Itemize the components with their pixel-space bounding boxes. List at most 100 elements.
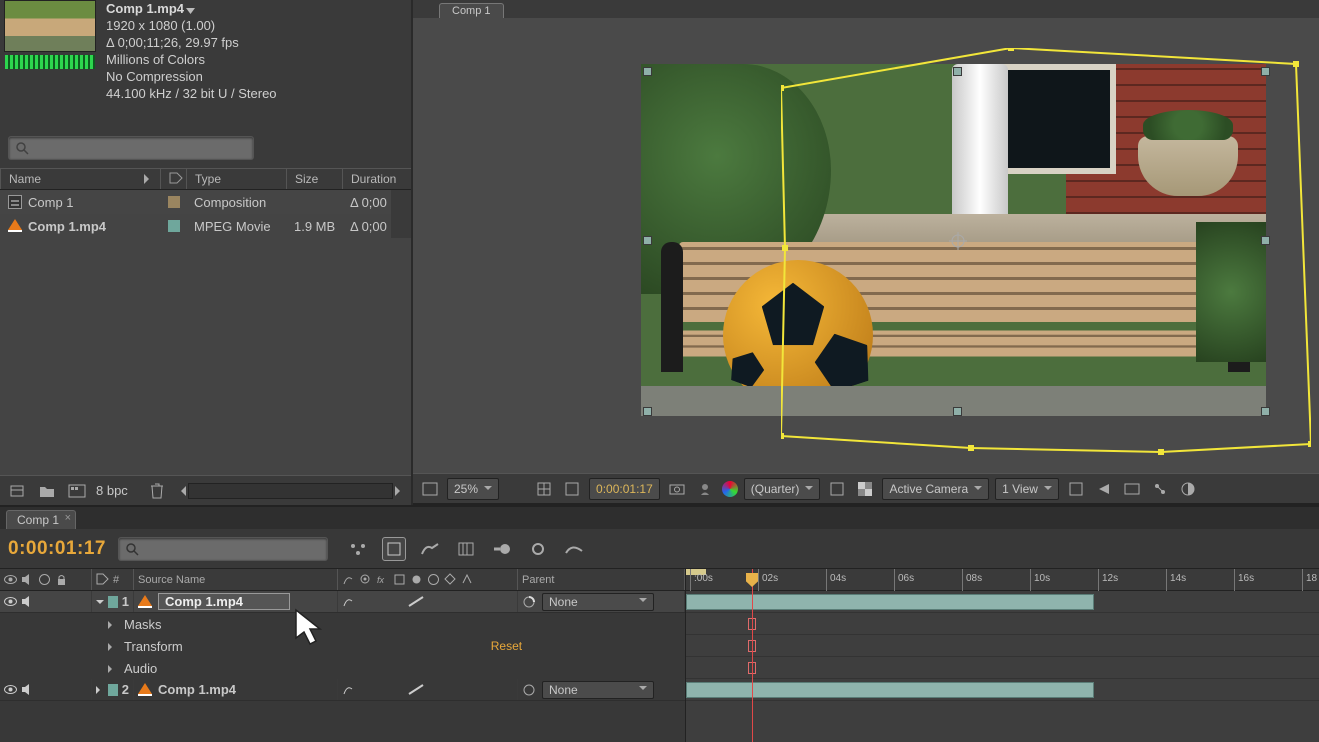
- lock-icon[interactable]: [55, 573, 68, 586]
- twirl-icon[interactable]: [108, 643, 116, 651]
- draft-3d-icon[interactable]: [382, 537, 406, 561]
- pixel-aspect-icon[interactable]: [1065, 478, 1087, 500]
- layer-row[interactable]: 2 Comp 1.mp4 None: [0, 679, 685, 701]
- col-duration[interactable]: Duration: [342, 169, 411, 189]
- property-group[interactable]: TransformReset: [0, 635, 685, 657]
- interpret-footage-icon[interactable]: [6, 480, 28, 502]
- mask-toggle-icon[interactable]: [561, 478, 583, 500]
- brainstorm-icon[interactable]: [526, 537, 550, 561]
- shy-icon[interactable]: [418, 537, 442, 561]
- pickwhip-icon[interactable]: [522, 683, 536, 697]
- viewer-tab[interactable]: Comp 1: [439, 3, 504, 18]
- speaker-icon[interactable]: [21, 573, 34, 586]
- parent-dropdown[interactable]: None: [542, 593, 654, 611]
- timeline-tracks[interactable]: :00s 02s 04s 06s 08s 10s 12s 14s 16s 18: [686, 569, 1319, 742]
- timeline-search-input[interactable]: [118, 537, 328, 561]
- project-hscroll[interactable]: [188, 483, 393, 499]
- twirl-icon[interactable]: [96, 686, 104, 694]
- col-source-name[interactable]: Source Name: [134, 569, 338, 590]
- transform-handle[interactable]: [643, 67, 652, 76]
- col-type[interactable]: Type: [186, 169, 286, 189]
- frame-blend-icon[interactable]: [454, 537, 478, 561]
- exposure-icon[interactable]: [1177, 478, 1199, 500]
- delete-icon[interactable]: [146, 480, 168, 502]
- timeline-icon[interactable]: [1121, 478, 1143, 500]
- camera-dropdown[interactable]: Active Camera: [882, 478, 989, 500]
- col-name[interactable]: Name: [9, 172, 41, 186]
- views-dropdown[interactable]: 1 View: [995, 478, 1059, 500]
- timeline-tab[interactable]: Comp 1: [6, 510, 76, 529]
- label-icon[interactable]: [96, 573, 109, 586]
- speaker-icon[interactable]: [21, 683, 34, 696]
- reset-link[interactable]: Reset: [491, 639, 522, 653]
- eye-icon[interactable]: [4, 573, 17, 586]
- ruler-tick: 04s: [826, 569, 846, 591]
- ruler-tick: 06s: [894, 569, 914, 591]
- property-group[interactable]: Masks: [0, 613, 685, 635]
- label-swatch[interactable]: [108, 596, 118, 608]
- anchor-point-icon[interactable]: [949, 232, 967, 250]
- resolution-down-icon[interactable]: [505, 478, 527, 500]
- speaker-icon[interactable]: [21, 595, 34, 608]
- eye-icon[interactable]: [4, 683, 17, 696]
- layer-row[interactable]: 1 Comp 1.mp4 None: [0, 591, 685, 613]
- project-item-list[interactable]: Comp 1 Composition Δ 0;00 Comp 1.mp4 MPE…: [0, 190, 411, 475]
- layer-name-field[interactable]: Comp 1.mp4: [158, 593, 290, 610]
- scroll-left-icon[interactable]: [176, 486, 186, 496]
- current-time-indicator[interactable]: [752, 569, 753, 742]
- project-row[interactable]: Comp 1 Composition Δ 0;00: [0, 190, 411, 214]
- project-search-input[interactable]: [8, 136, 254, 160]
- label-swatch[interactable]: [168, 220, 180, 232]
- col-label[interactable]: [160, 169, 186, 189]
- col-size[interactable]: Size: [286, 169, 342, 189]
- eye-icon[interactable]: [4, 595, 17, 608]
- project-columns-header[interactable]: Name Type Size Duration: [0, 168, 411, 190]
- fast-preview-icon[interactable]: [1093, 478, 1115, 500]
- twirl-icon[interactable]: [108, 621, 116, 629]
- flowchart-icon[interactable]: [1149, 478, 1171, 500]
- transform-handle[interactable]: [643, 407, 652, 416]
- transform-handle[interactable]: [1261, 407, 1270, 416]
- new-folder-icon[interactable]: [36, 480, 58, 502]
- ruler-tick: 12s: [1098, 569, 1118, 591]
- viewer-timecode[interactable]: 0:00:01:17: [589, 478, 660, 500]
- col-parent[interactable]: Parent: [518, 569, 685, 590]
- color-management-icon[interactable]: [722, 481, 738, 497]
- label-swatch[interactable]: [108, 684, 118, 696]
- resolution-dropdown[interactable]: (Quarter): [744, 478, 821, 500]
- toggle-alpha-icon[interactable]: [419, 478, 441, 500]
- graph-editor-icon[interactable]: [562, 537, 586, 561]
- layer-bar[interactable]: [686, 682, 1094, 698]
- transform-handle[interactable]: [953, 407, 962, 416]
- label-swatch[interactable]: [168, 196, 180, 208]
- zoom-dropdown[interactable]: 25%: [447, 478, 499, 500]
- transform-handle[interactable]: [1261, 236, 1270, 245]
- property-group[interactable]: Audio: [0, 657, 685, 679]
- layer-name[interactable]: Comp 1.mp4: [158, 682, 236, 697]
- comp-mini-flowchart-icon[interactable]: [346, 537, 370, 561]
- current-time-display[interactable]: 0:00:01:17: [8, 538, 106, 560]
- transform-handle[interactable]: [953, 67, 962, 76]
- solo-icon[interactable]: [38, 573, 51, 586]
- item-name: Comp 1.mp4: [106, 1, 184, 16]
- time-ruler[interactable]: :00s 02s 04s 06s 08s 10s 12s 14s 16s 18: [686, 569, 1319, 591]
- transform-handle[interactable]: [1261, 67, 1270, 76]
- parent-dropdown[interactable]: None: [542, 681, 654, 699]
- scroll-right-icon[interactable]: [395, 486, 405, 496]
- snapshot-icon[interactable]: [666, 478, 688, 500]
- show-channel-icon[interactable]: [694, 478, 716, 500]
- project-row[interactable]: Comp 1.mp4 MPEG Movie 1.9 MB Δ 0;00: [0, 214, 411, 238]
- grid-icon[interactable]: [533, 478, 555, 500]
- new-comp-icon[interactable]: [66, 480, 88, 502]
- project-bpc[interactable]: 8 bpc: [96, 483, 128, 498]
- twirl-icon[interactable]: [108, 665, 116, 673]
- motion-blur-icon[interactable]: [490, 537, 514, 561]
- twirl-icon[interactable]: [96, 600, 104, 608]
- transform-handle[interactable]: [643, 236, 652, 245]
- transparency-grid-icon[interactable]: [854, 478, 876, 500]
- pickwhip-icon[interactable]: [522, 595, 536, 609]
- timeline-columns-header: # Source Name fx Parent: [0, 569, 685, 591]
- layer-bar[interactable]: [686, 594, 1094, 610]
- viewer-canvas[interactable]: [413, 18, 1319, 473]
- roi-icon[interactable]: [826, 478, 848, 500]
